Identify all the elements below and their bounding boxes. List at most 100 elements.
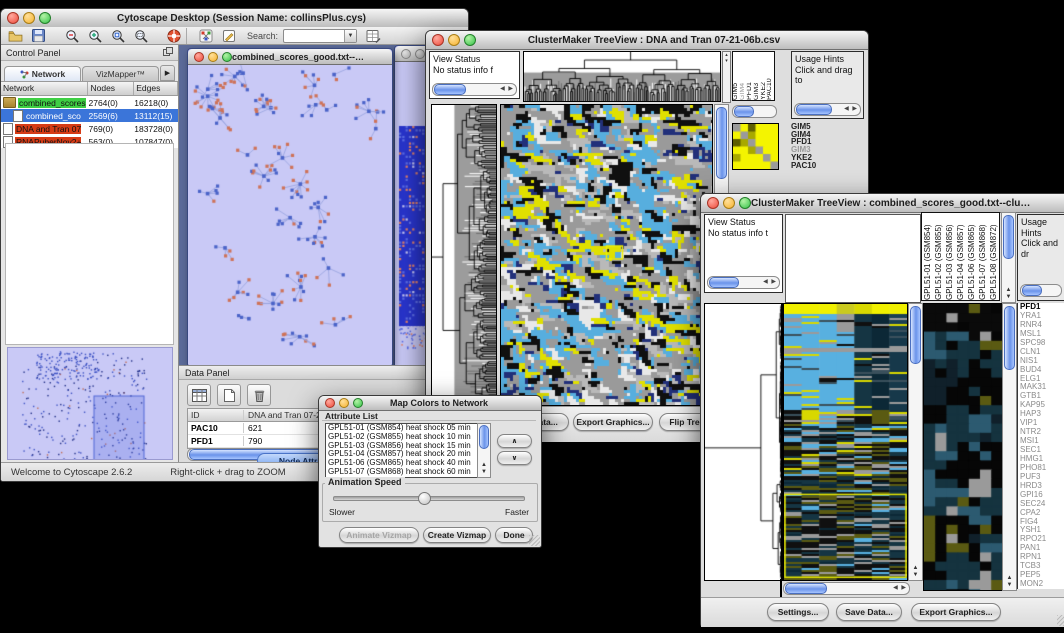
- minimize-icon[interactable]: [415, 49, 425, 59]
- view-status-hscrollbar[interactable]: ◀ ▶: [707, 276, 780, 289]
- network-row-combined-sco-selected[interactable]: combined_sco 2569(6) 13112(15): [1, 109, 178, 122]
- attribute-listbox[interactable]: GPL51-01 (GSM854) heat shock 05 minGPL51…: [325, 423, 491, 478]
- window-controls[interactable]: [194, 52, 232, 62]
- column-label[interactable]: GIM4: [740, 52, 747, 100]
- zoom-in-icon[interactable]: [84, 28, 105, 44]
- close-icon[interactable]: [432, 34, 444, 46]
- save-data-button[interactable]: Save Data...: [836, 603, 902, 621]
- animate-vizmap-button[interactable]: Animate Vizmap: [339, 527, 419, 543]
- column-dendrogram-area[interactable]: [785, 214, 921, 303]
- column-label[interactable]: GPL51-02 (GSM855): [933, 213, 944, 300]
- scrollbar-thumb[interactable]: [716, 107, 727, 179]
- treeview2-titlebar[interactable]: ClusterMaker TreeView : combined_scores_…: [701, 194, 1064, 213]
- layout-nodes-icon[interactable]: [195, 28, 216, 44]
- column-label[interactable]: GPL51-01 (GSM854): [922, 213, 933, 300]
- column-label[interactable]: GPL51-03 (GSM856): [944, 213, 955, 300]
- usage-hints-hscrollbar[interactable]: [1020, 284, 1062, 297]
- view-status-hscrollbar[interactable]: ◀ ▶: [432, 83, 517, 96]
- row-dendrogram[interactable]: [431, 104, 497, 406]
- scroll-arrows-icon[interactable]: ▲▼: [1003, 575, 1016, 589]
- tab-overflow-arrow[interactable]: ▶: [160, 65, 175, 81]
- close-icon[interactable]: [7, 12, 19, 24]
- column-label[interactable]: GPL51-08 (GSM872): [988, 213, 999, 300]
- scroll-arrows-icon[interactable]: ▲▼: [1002, 287, 1015, 301]
- column-labels-hscrollbar[interactable]: [732, 105, 777, 118]
- zoom-fit-icon[interactable]: [130, 28, 151, 44]
- zoom-window-icon[interactable]: [353, 398, 363, 408]
- resize-grip[interactable]: [1057, 615, 1064, 626]
- column-label[interactable]: PAC10: [767, 52, 774, 100]
- column-labels-vscrollbar[interactable]: ▲▼: [1001, 212, 1016, 303]
- settings-button[interactable]: Settings...: [767, 603, 829, 621]
- scrollbar-thumb[interactable]: [734, 106, 754, 117]
- scroll-arrows-icon[interactable]: ◀ ▶: [893, 585, 907, 592]
- column-label[interactable]: GPL51-07 (GSM868): [977, 213, 988, 300]
- scroll-arrows-icon[interactable]: ◀ ▶: [844, 106, 858, 113]
- delete-trash-icon[interactable]: [247, 384, 271, 406]
- window-controls[interactable]: [7, 12, 51, 24]
- column-header-network[interactable]: Network: [1, 82, 88, 95]
- scroll-arrows-icon[interactable]: ▲▼: [478, 462, 490, 476]
- column-header-id[interactable]: ID: [188, 410, 244, 420]
- zoom-matrix-heatmap[interactable]: [732, 123, 779, 170]
- minimize-icon[interactable]: [448, 34, 460, 46]
- resize-grip[interactable]: [529, 535, 540, 546]
- main-heatmap[interactable]: [783, 303, 908, 581]
- close-icon[interactable]: [325, 398, 335, 408]
- scrollbar-thumb[interactable]: [1003, 215, 1014, 259]
- row-dendrogram[interactable]: [704, 303, 783, 581]
- search-dropdown-arrow[interactable]: ▼: [344, 30, 356, 42]
- minimize-icon[interactable]: [208, 52, 218, 62]
- network-row-dna-tran[interactable]: DNA and Tran 07 769(0) 183728(0): [1, 122, 178, 135]
- window-controls[interactable]: [432, 34, 476, 46]
- scrollbar-thumb[interactable]: [1022, 285, 1042, 296]
- column-label[interactable]: GIM3: [754, 52, 761, 100]
- zoom-window-icon[interactable]: [222, 52, 232, 62]
- network-row-combined-scores[interactable]: combined_scores 2764(0) 16218(0): [1, 96, 178, 109]
- network-canvas[interactable]: [188, 65, 388, 362]
- zoom-window-icon[interactable]: [39, 12, 51, 24]
- gene-label[interactable]: PAC10: [791, 162, 861, 170]
- new-document-icon[interactable]: [217, 384, 241, 406]
- attribute-browser-icon[interactable]: [363, 28, 384, 44]
- birdseye-view[interactable]: [7, 347, 173, 460]
- zoom-window-icon[interactable]: [739, 197, 751, 209]
- column-label[interactable]: GPL51-04 (GSM857): [955, 213, 966, 300]
- usage-hints-hscrollbar[interactable]: ◀ ▶: [794, 103, 861, 116]
- heatmap-vscrollbar[interactable]: ▲▼: [908, 303, 923, 581]
- close-icon[interactable]: [707, 197, 719, 209]
- scroll-arrows-icon[interactable]: ◀ ▶: [763, 279, 777, 286]
- column-label[interactable]: GIM5: [733, 52, 740, 100]
- search-input[interactable]: ▼: [283, 29, 357, 43]
- minimize-icon[interactable]: [723, 197, 735, 209]
- export-graphics-button[interactable]: Export Graphics...: [911, 603, 1001, 621]
- annotation-icon[interactable]: [218, 28, 239, 44]
- window-controls[interactable]: [707, 197, 751, 209]
- tab-network[interactable]: Network: [4, 66, 81, 81]
- zoom-heatmap-vscrollbar[interactable]: ▲▼: [1002, 303, 1017, 591]
- float-panel-icon[interactable]: [163, 47, 173, 58]
- scroll-arrows-icon[interactable]: ▲▼: [909, 565, 922, 579]
- scrollbar-thumb[interactable]: [796, 104, 832, 115]
- attribute-list-item[interactable]: GPL51-07 (GSM868) heat shock 60 min: [326, 468, 490, 477]
- close-icon[interactable]: [401, 49, 411, 59]
- scrollbar-thumb[interactable]: [910, 306, 921, 364]
- label-scroll-strip[interactable]: ▴▾: [722, 51, 731, 103]
- table-icon[interactable]: [187, 384, 211, 406]
- treeview1-titlebar[interactable]: ClusterMaker TreeView : DNA and Tran 07-…: [426, 31, 868, 50]
- scrollbar-thumb[interactable]: [1004, 306, 1015, 370]
- scrollbar-thumb[interactable]: [709, 277, 739, 288]
- attribute-list-vscrollbar[interactable]: ▲▼: [477, 423, 491, 478]
- gene-label[interactable]: MON2: [1020, 580, 1064, 589]
- create-vizmap-button[interactable]: Create Vizmap: [423, 527, 491, 543]
- help-lifebuoy-icon[interactable]: [163, 28, 184, 44]
- zoom-window-icon[interactable]: [464, 34, 476, 46]
- close-icon[interactable]: [194, 52, 204, 62]
- column-header-nodes[interactable]: Nodes: [88, 82, 134, 95]
- network-view-1-titlebar[interactable]: combined_scores_good.txt--cluste...: [188, 49, 392, 65]
- open-folder-icon[interactable]: [5, 28, 26, 44]
- window-controls[interactable]: [325, 398, 363, 408]
- main-heatmap[interactable]: [500, 104, 713, 406]
- column-label[interactable]: PFD1: [747, 52, 754, 100]
- save-icon[interactable]: [28, 28, 49, 44]
